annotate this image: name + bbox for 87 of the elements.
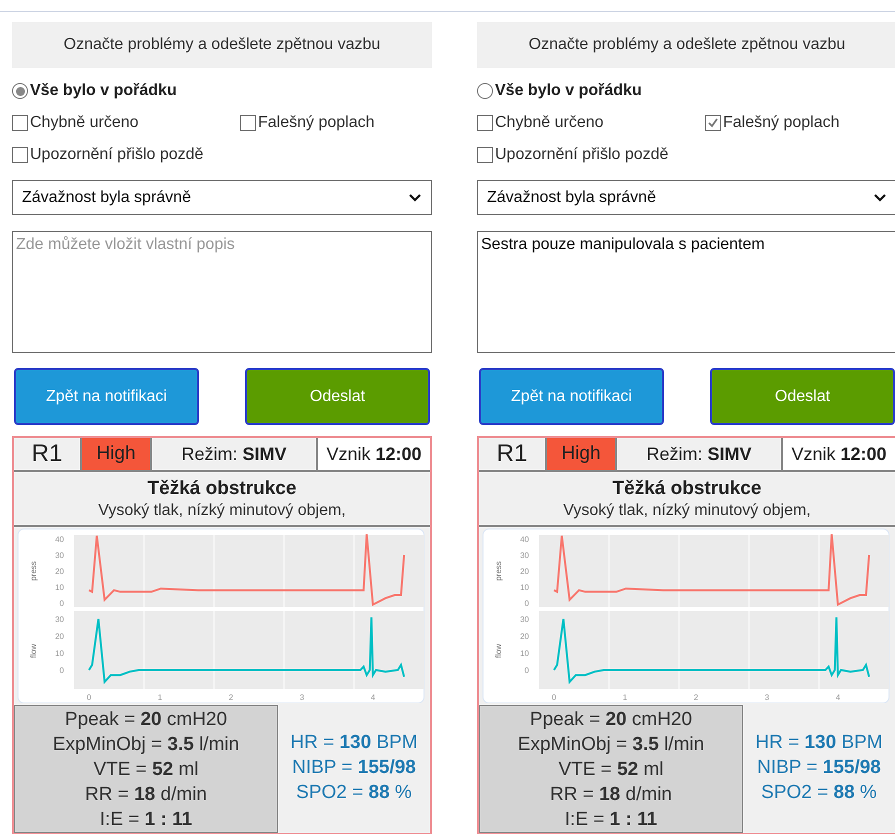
radio-button[interactable] (477, 83, 493, 99)
tick-label: 40 (55, 535, 64, 544)
severity-badge: High (82, 438, 152, 470)
severity-select[interactable]: Závažnost byla správně (477, 180, 895, 215)
checkbox[interactable] (12, 115, 28, 131)
tick-label: 4 (370, 693, 376, 702)
tick-label: 40 (520, 535, 529, 544)
back-button[interactable]: Zpět na notifikaci (14, 368, 199, 425)
alarm-title: Těžká obstrukce (612, 476, 762, 500)
ventilator-value: ExpMinObj = 3.5 l/min (52, 733, 240, 757)
radio-button[interactable] (12, 83, 28, 99)
mode-label: Režim: SIMV (152, 438, 318, 470)
tick-label: 1 (622, 693, 628, 702)
tick-label: 20 (520, 632, 529, 641)
submit-button[interactable]: Odeslat (245, 368, 430, 425)
tick-label: 0 (60, 599, 64, 608)
severity-badge: High (547, 438, 617, 470)
tick-label: 10 (520, 649, 529, 658)
alarm-subtitle: Vysoký tlak, nízký minutový objem, (563, 500, 811, 520)
check-icon (707, 117, 719, 129)
checkbox-label: Upozornění přišlo pozdě (495, 145, 668, 165)
tick-label: 20 (55, 632, 64, 641)
checkbox[interactable] (477, 147, 493, 163)
panel-header: Označte problémy a odešlete zpětnou vazbu (12, 22, 432, 68)
checkbox[interactable] (12, 147, 28, 163)
tick-label: 30 (520, 551, 529, 560)
tick-label: 0 (60, 666, 64, 675)
ventilator-value: VTE = 52 ml (93, 758, 199, 782)
ventilator-value: ExpMinObj = 3.5 l/min (518, 733, 704, 757)
ventilator-value: RR = 18 d/min (550, 783, 672, 807)
tick-label: 3 (764, 693, 770, 702)
checkbox-label: Chybně určeno (30, 113, 139, 133)
checkbox-label: Falešný poplach (723, 113, 840, 133)
chevron-down-icon (408, 192, 422, 202)
checkbox-label: Falešný poplach (258, 113, 375, 133)
tick-label: 10 (55, 583, 64, 592)
checkbox[interactable] (240, 115, 256, 131)
vital-value: SPO2 = 88 % (761, 781, 877, 805)
axis-label: press (29, 561, 38, 581)
radio-label: Vše bylo v pořádku (30, 81, 177, 101)
vital-value: HR = 130 BPM (755, 731, 883, 755)
panel-header: Označte problémy a odešlete zpětnou vazbu (477, 22, 895, 68)
tick-label: 0 (524, 666, 529, 675)
tick-label: 20 (520, 567, 529, 576)
description-field[interactable]: Zde můžete vložit vlastní popis (12, 231, 432, 353)
vital-value: HR = 130 BPM (290, 731, 418, 755)
tick-label: 30 (55, 551, 64, 560)
alarm-title: Těžká obstrukce (148, 476, 296, 500)
tick-label: 0 (86, 693, 92, 702)
axis-label: flow (29, 644, 38, 658)
alarm-subtitle: Vysoký tlak, nízký minutový objem, (98, 500, 346, 520)
tick-label: 30 (55, 615, 64, 624)
radio-label: Vše bylo v pořádku (495, 81, 642, 101)
checkbox[interactable] (705, 115, 721, 131)
tick-label: 30 (520, 615, 529, 624)
ventilator-value: I:E = 1 : 11 (564, 808, 658, 832)
checkbox[interactable] (477, 115, 493, 131)
axis-label: press (494, 561, 503, 581)
severity-select[interactable]: Závažnost byla správně (12, 180, 432, 215)
axis-label: flow (494, 644, 503, 658)
room-label: R1 (479, 438, 547, 470)
vital-value: NIBP = 155/98 (292, 756, 416, 780)
checkbox-label: Chybně určeno (495, 113, 604, 133)
tick-label: 4 (836, 693, 840, 702)
room-label: R1 (14, 438, 82, 470)
tick-label: 0 (524, 599, 529, 608)
tick-label: 1 (158, 693, 162, 702)
submit-button[interactable]: Odeslat (710, 368, 895, 425)
vital-value: SPO2 = 88 % (296, 781, 412, 805)
tick-label: 3 (300, 693, 304, 702)
checkbox-label: Upozornění přišlo pozdě (30, 145, 204, 165)
tick-label: 0 (552, 693, 556, 702)
tick-label: 10 (55, 649, 64, 658)
tick-label: 20 (55, 567, 64, 576)
tick-label: 2 (694, 693, 698, 702)
ventilator-value: RR = 18 d/min (85, 783, 207, 807)
back-button[interactable]: Zpět na notifikaci (479, 368, 664, 425)
mode-label: Režim: SIMV (617, 438, 783, 470)
chevron-down-icon (873, 192, 887, 202)
ventilator-value: I:E = 1 : 11 (100, 808, 192, 832)
tick-label: 2 (228, 693, 234, 702)
ventilator-value: Ppeak = 20 cmH20 (530, 708, 692, 732)
ventilator-value: Ppeak = 20 cmH20 (64, 708, 228, 732)
ventilator-value: VTE = 52 ml (558, 758, 664, 782)
description-field[interactable]: Sestra pouze manipulovala s pacientem (477, 231, 895, 353)
tick-label: 10 (520, 583, 529, 592)
vital-value: NIBP = 155/98 (757, 756, 881, 780)
